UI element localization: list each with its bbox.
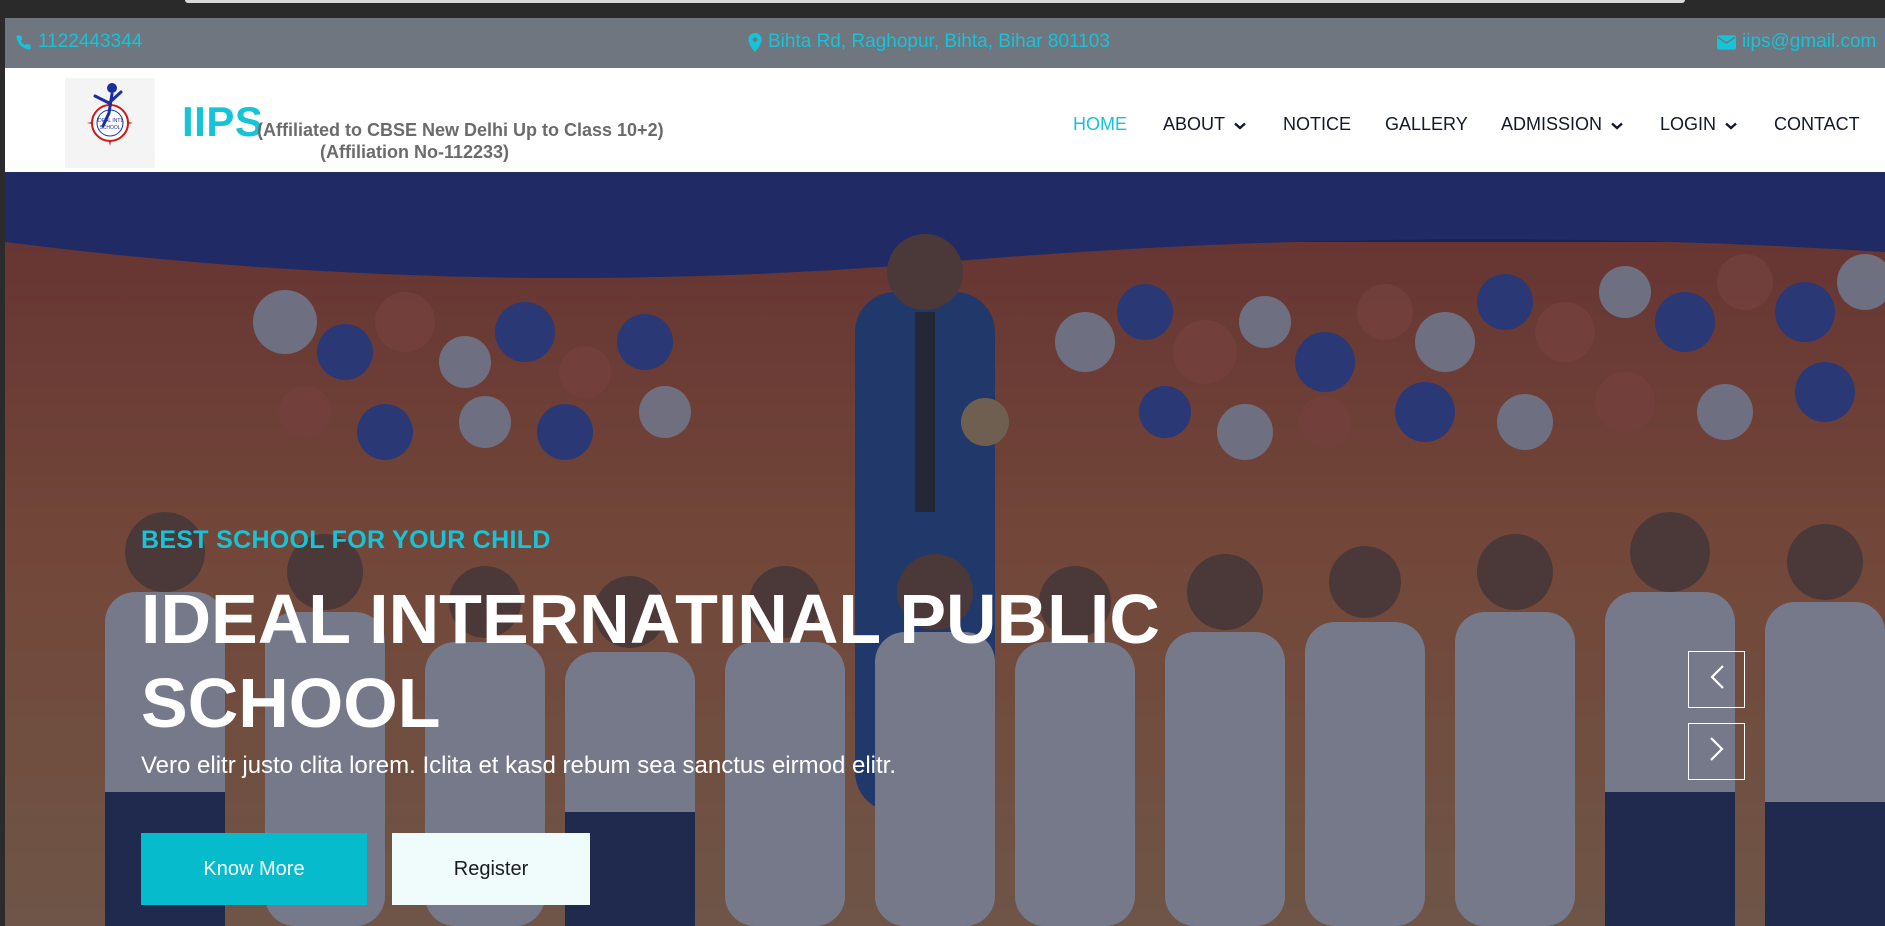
nav-notice[interactable]: NOTICE: [1283, 114, 1351, 135]
hero-carousel: BEST SCHOOL FOR YOUR CHILD IDEAL INTERNA…: [5, 172, 1885, 926]
address-contact[interactable]: Bihta Rd, Raghopur, Bihta, Bihar 801103: [748, 31, 1110, 53]
affiliation-number: (Affiliation No-112233): [320, 142, 510, 162]
nav-admission[interactable]: ADMISSION: [1501, 114, 1623, 135]
nav-gallery-label: GALLERY: [1385, 114, 1468, 134]
nav-contact[interactable]: CONTACT: [1774, 114, 1860, 135]
phone-number: 1122443344: [38, 31, 143, 52]
hero-title: IDEAL INTERNATINAL PUBLIC SCHOOL: [141, 580, 1160, 742]
nav-gallery[interactable]: GALLERY: [1385, 114, 1468, 135]
email-contact[interactable]: iips@gmail.com: [1717, 31, 1876, 53]
contact-topbar: 1122443344 Bihta Rd, Raghopur, Bihta, Bi…: [5, 18, 1885, 68]
nav-login-label: LOGIN: [1660, 114, 1717, 134]
chevron-right-icon: [1709, 736, 1725, 767]
register-button[interactable]: Register: [392, 833, 590, 905]
email-text: iips@gmail.com: [1742, 31, 1877, 52]
page: 1122443344 Bihta Rd, Raghopur, Bihta, Bi…: [5, 18, 1885, 926]
nav-contact-label: CONTACT: [1774, 114, 1860, 134]
map-marker-icon: [748, 32, 762, 52]
main-nav: HOME ABOUT NOTICE GALLERY ADMISSION LOGI…: [5, 114, 1885, 144]
address-text: Bihta Rd, Raghopur, Bihta, Bihar 801103: [768, 31, 1110, 52]
carousel-next-button[interactable]: [1688, 723, 1745, 780]
carousel-prev-button[interactable]: [1688, 651, 1745, 708]
phone-contact[interactable]: 1122443344: [15, 31, 142, 53]
chevron-down-icon: [1725, 114, 1737, 135]
phone-icon: [15, 34, 32, 51]
envelope-icon: [1717, 34, 1736, 50]
browser-chrome: [0, 0, 1885, 18]
hero-subtitle: Vero elitr justo clita lorem. Iclita et …: [141, 752, 896, 779]
chevron-down-icon: [1234, 114, 1246, 135]
site-header: IDEAL INTL SCHOOL IIPS (Affiliated to CB…: [5, 68, 1885, 172]
nav-about-label: ABOUT: [1163, 114, 1226, 134]
nav-home[interactable]: HOME: [1073, 114, 1127, 135]
nav-admission-label: ADMISSION: [1501, 114, 1603, 134]
nav-notice-label: NOTICE: [1283, 114, 1352, 134]
hero-kicker: BEST SCHOOL FOR YOUR CHILD: [141, 526, 551, 554]
chevron-down-icon: [1611, 114, 1623, 135]
nav-about[interactable]: ABOUT: [1163, 114, 1246, 135]
nav-home-label: HOME: [1073, 114, 1127, 134]
browser-address-bar: [185, 0, 1685, 3]
chevron-left-icon: [1709, 664, 1725, 695]
know-more-button[interactable]: Know More: [141, 833, 367, 905]
nav-login[interactable]: LOGIN: [1660, 114, 1737, 135]
